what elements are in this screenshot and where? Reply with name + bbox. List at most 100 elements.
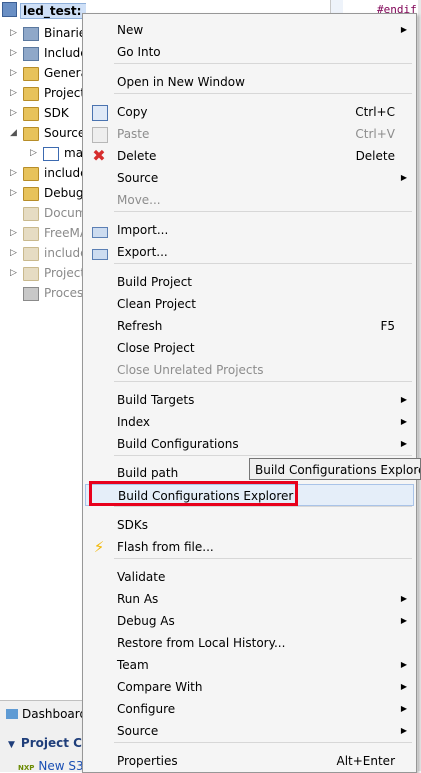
expand-arrow-icon[interactable]: ▷ — [10, 23, 17, 43]
menu-item-refresh[interactable]: Refresh F5 — [85, 315, 414, 337]
highlight-annotation-box — [89, 481, 298, 506]
includes-icon — [23, 47, 39, 61]
submenu-arrow-icon: ▶ — [400, 726, 407, 735]
menu-item-label: Export... — [117, 245, 168, 259]
menu-item-label: SDKs — [117, 518, 148, 532]
tree-item-label: Sources — [44, 126, 86, 140]
submenu-arrow-icon: ▶ — [400, 660, 407, 669]
menu-item-label: Restore from Local History... — [117, 636, 286, 650]
menu-item-label: Go Into — [117, 45, 161, 59]
menu-item-label: Close Unrelated Projects — [117, 363, 264, 377]
folder-icon — [23, 107, 39, 121]
folder-icon — [23, 167, 39, 181]
expand-arrow-icon[interactable]: ▷ — [10, 183, 17, 203]
menu-separator — [114, 381, 412, 382]
submenu-arrow-icon: ▶ — [400, 395, 407, 404]
tree-item-label: Includes — [44, 46, 86, 60]
submenu-arrow-icon: ▶ — [400, 594, 407, 603]
menu-item-flash-from-file[interactable]: ⚡ Flash from file... — [85, 536, 414, 558]
menu-item-delete[interactable]: ✖ Delete Delete — [85, 145, 414, 167]
expand-arrow-icon[interactable]: ◢ — [10, 123, 17, 143]
menu-item-label: Configure — [117, 702, 176, 716]
folder-icon — [23, 127, 39, 141]
menu-item-shortcut: Delete — [355, 149, 395, 163]
menu-item-label: Properties — [117, 754, 178, 768]
menu-item-label: New — [117, 23, 144, 37]
menu-item-label: Index — [117, 415, 151, 429]
menu-item-build-configurations[interactable]: Build Configurations ▶ — [85, 433, 414, 455]
menu-item-import[interactable]: Import... — [85, 219, 414, 241]
menu-item-label: Delete — [117, 149, 157, 163]
processor-icon — [23, 287, 39, 301]
menu-item-close-project[interactable]: Close Project — [85, 337, 414, 359]
menu-item-build-targets[interactable]: Build Targets ▶ — [85, 389, 414, 411]
submenu-arrow-icon: ▶ — [400, 417, 407, 426]
submenu-arrow-icon: ▶ — [400, 682, 407, 691]
tree-item-label: include — [44, 166, 86, 180]
menu-item-debug-as[interactable]: Debug As ▶ — [85, 610, 414, 632]
tree-item-label: Generated — [44, 66, 86, 80]
menu-item-restore-from-local-history[interactable]: Restore from Local History... — [85, 632, 414, 654]
menu-item-label: Build Targets — [117, 393, 195, 407]
expand-arrow-icon[interactable]: ▷ — [10, 163, 17, 183]
tooltip: Build Configurations Explorer — [249, 458, 421, 480]
folder-icon — [23, 267, 39, 281]
collapse-triangle-icon: ▼ — [8, 740, 15, 750]
tree-item-label: Binaries — [44, 26, 86, 40]
menu-item-sdks[interactable]: SDKs — [85, 514, 414, 536]
menu-item-run-as[interactable]: Run As ▶ — [85, 588, 414, 610]
expand-arrow-icon[interactable]: ▷ — [10, 43, 17, 63]
menu-item-go-into[interactable]: Go Into — [85, 41, 414, 63]
menu-item-label: Move... — [117, 193, 161, 207]
expand-arrow-icon[interactable]: ▷ — [10, 223, 17, 243]
project-root[interactable]: led_test: Debug — [2, 2, 86, 19]
expand-arrow-icon[interactable]: ▷ — [10, 243, 17, 263]
menu-item-source[interactable]: Source ▶ — [85, 167, 414, 189]
dashboard-icon — [6, 709, 18, 719]
menu-item-shortcut: F5 — [380, 319, 395, 333]
tree-item-label: Project — [44, 86, 86, 100]
menu-item-index[interactable]: Index ▶ — [85, 411, 414, 433]
expand-arrow-icon[interactable]: ▷ — [10, 103, 17, 123]
expand-arrow-icon[interactable]: ▷ — [10, 83, 17, 103]
submenu-arrow-icon: ▶ — [400, 25, 407, 34]
menu-item-label: Team — [117, 658, 149, 672]
menu-item-open-in-new-window[interactable]: Open in New Window — [85, 71, 414, 93]
menu-item-label: Source — [117, 724, 159, 738]
menu-item-label: Import... — [117, 223, 169, 237]
dashboard-tab-label: Dashboard — [22, 707, 88, 721]
dashboard-tab[interactable]: Dashboard — [6, 707, 87, 721]
submenu-arrow-icon: ▶ — [400, 704, 407, 713]
menu-item-validate[interactable]: Validate — [85, 566, 414, 588]
menu-item-copy[interactable]: Copy Ctrl+C — [85, 101, 414, 123]
menu-item-source[interactable]: Source ▶ — [85, 720, 414, 742]
menu-item-new[interactable]: New ▶ — [85, 19, 414, 41]
copy-icon — [92, 105, 108, 121]
submenu-arrow-icon: ▶ — [400, 616, 407, 625]
menu-item-label: Build Project — [117, 275, 192, 289]
submenu-arrow-icon: ▶ — [400, 439, 407, 448]
menu-item-label: Close Project — [117, 341, 195, 355]
menu-item-properties[interactable]: Properties Alt+Enter — [85, 750, 414, 772]
menu-item-team[interactable]: Team ▶ — [85, 654, 414, 676]
menu-item-clean-project[interactable]: Clean Project — [85, 293, 414, 315]
project-icon — [2, 2, 17, 17]
menu-item-close-unrelated-projects: Close Unrelated Projects — [85, 359, 414, 381]
tree-item-label: Project_Settings — [44, 266, 86, 280]
expand-arrow-icon[interactable]: ▷ — [10, 63, 17, 83]
menu-item-label: Build Configurations — [117, 437, 239, 451]
menu-item-build-project[interactable]: Build Project — [85, 271, 414, 293]
binaries-icon — [23, 27, 39, 41]
expand-arrow-icon[interactable]: ▷ — [10, 263, 17, 283]
menu-separator — [114, 558, 412, 559]
menu-item-export[interactable]: Export... — [85, 241, 414, 263]
expand-arrow-icon[interactable]: ▷ — [30, 143, 37, 163]
menu-item-shortcut: Alt+Enter — [336, 754, 395, 768]
menu-item-compare-with[interactable]: Compare With ▶ — [85, 676, 414, 698]
tree-item-label: include — [44, 246, 86, 260]
menu-separator — [114, 93, 412, 94]
menu-separator — [114, 455, 412, 456]
menu-item-configure[interactable]: Configure ▶ — [85, 698, 414, 720]
menu-item-label: Paste — [117, 127, 150, 141]
folder-icon — [23, 187, 39, 201]
